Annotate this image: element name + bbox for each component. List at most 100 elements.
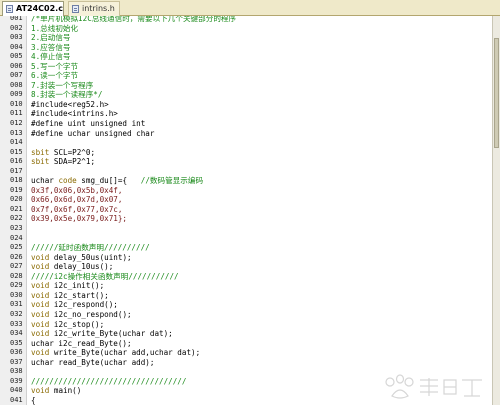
code-line: 028 /////i2c操作相关函数声明/////////// <box>0 272 492 282</box>
code-line: 001 /*单片机模拟I2C总线通信时，需要以下几个关键部分的程序 <box>0 16 492 24</box>
line-number: 012 <box>10 119 23 128</box>
code-line: 008 7.封装一个写程序 <box>0 81 492 91</box>
line-code: 7.封装一个写程序 <box>31 81 93 91</box>
code-line: 029 void i2c_init(); <box>0 281 492 291</box>
line-code: 6.读一个字节 <box>31 71 78 81</box>
code-line: 036 void write_Byte(uchar add,uchar dat); <box>0 348 492 358</box>
line-number: 041 <box>10 395 23 404</box>
line-code: uchar i2c_read_Byte(); <box>31 339 132 349</box>
code-text: uchar <box>31 176 59 186</box>
code-comment: /////i2c操作相关函数声明/////////// <box>31 271 179 281</box>
code-line: 004 3.应答信号 <box>0 43 492 53</box>
code-keyword: code <box>58 176 77 186</box>
scrollbar-thumb[interactable] <box>494 38 499 148</box>
code-line: 021 0x7f,0x6f,0x77,0x7c, <box>0 205 492 215</box>
line-code: void write_Byte(uchar add,uchar dat); <box>31 348 200 358</box>
code-text: smg_du[]={ <box>76 176 141 186</box>
line-code: 8.封装一个读程序*/ <box>31 90 102 100</box>
line-number: 030 <box>10 290 23 299</box>
code-lines: 001 /*单片机模拟I2C总线通信时，需要以下几个关键部分的程序 002 1.总线初… <box>0 16 492 405</box>
code-line: 002 1.总线初始化 <box>0 24 492 34</box>
code-line: 014 <box>0 138 492 148</box>
line-number: 022 <box>10 214 23 223</box>
line-code: 5.写一个字节 <box>31 62 78 72</box>
line-code: #define uchar unsigned char <box>31 129 154 139</box>
line-number: 028 <box>10 271 23 280</box>
line-number: 037 <box>10 357 23 366</box>
line-code: void i2c_start(); <box>31 291 109 301</box>
code-line: 015 sbit SCL=P2^0; <box>0 148 492 158</box>
tab-label: AT24C02.c <box>16 4 63 13</box>
code-comment: 1.总线初始化 <box>31 23 79 33</box>
line-code: #include<intrins.h> <box>31 109 118 119</box>
c-file-icon <box>6 5 13 13</box>
code-line: 018 uchar code smg_du[]={ //数码管显示编码 <box>0 176 492 186</box>
code-line: 033 void i2c_stop(); <box>0 320 492 330</box>
code-comment: ////////////////////////////////// <box>31 376 187 386</box>
line-code: { <box>31 396 36 405</box>
line-code: void i2c_no_respond(); <box>31 310 132 320</box>
line-code: void i2c_init(); <box>31 281 104 291</box>
line-number: 033 <box>10 319 23 328</box>
code-line: 039 ////////////////////////////////// <box>0 377 492 387</box>
line-number: 018 <box>10 176 23 185</box>
code-text: uchar i2c_read_Byte(); <box>31 338 132 348</box>
code-keyword: void <box>31 290 50 300</box>
line-number: 014 <box>10 138 23 147</box>
code-line: 026 void delay_50us(uint); <box>0 253 492 263</box>
line-number: 008 <box>10 80 23 89</box>
code-text: i2c_no_respond(); <box>49 309 132 319</box>
line-number: 031 <box>10 300 23 309</box>
code-text: i2c_start(); <box>49 290 109 300</box>
code-line: 040 void main() <box>0 386 492 396</box>
line-number: 026 <box>10 252 23 261</box>
code-comment: 3.应答信号 <box>31 42 71 52</box>
line-code: 4.停止信号 <box>31 52 71 62</box>
code-text: #define uchar unsigned char <box>31 128 155 138</box>
line-code: void i2c_write_Byte(uchar dat); <box>31 329 173 339</box>
code-editor[interactable]: 001 /*单片机模拟I2C总线通信时，需要以下几个关键部分的程序 002 1.总线初… <box>0 16 492 405</box>
line-number: 036 <box>10 348 23 357</box>
line-number: 021 <box>10 204 23 213</box>
editor-tab-bar: AT24C02.c intrins.h <box>0 0 500 16</box>
tab-label: intrins.h <box>82 4 115 13</box>
line-code: void main() <box>31 386 81 396</box>
code-text: 0x39,0x5e,0x79,0x71}; <box>31 214 128 224</box>
code-keyword: void <box>31 348 50 358</box>
code-line: 025 //////延时函数声明////////// <box>0 243 492 253</box>
header-file-icon <box>72 5 79 13</box>
code-keyword: sbit <box>31 147 50 157</box>
tab-at24c02-c[interactable]: AT24C02.c <box>2 1 64 16</box>
code-text: 0x7f,0x6f,0x77,0x7c, <box>31 204 123 214</box>
line-code: void i2c_respond(); <box>31 300 118 310</box>
code-line: 038 <box>0 367 492 377</box>
line-code: void i2c_stop(); <box>31 320 104 330</box>
line-number: 029 <box>10 281 23 290</box>
line-code: 1.总线初始化 <box>31 24 78 34</box>
code-line: 023 <box>0 224 492 234</box>
line-code: sbit SDA=P2^1; <box>31 157 95 167</box>
code-line: 020 0x66,0x6d,0x7d,0x07, <box>0 195 492 205</box>
line-number: 035 <box>10 338 23 347</box>
code-text: SDA=P2^1; <box>49 157 96 167</box>
line-number: 016 <box>10 157 23 166</box>
code-text: SCL=P2^0; <box>49 147 96 157</box>
code-keyword: void <box>31 300 50 310</box>
line-number: 017 <box>10 166 23 175</box>
line-code: /*单片机模拟I2C总线通信时，需要以下几个关键部分的程序 <box>31 16 236 24</box>
line-number: 006 <box>10 61 23 70</box>
code-text: i2c_write_Byte(uchar dat); <box>49 329 173 339</box>
code-comment: 5.写一个字节 <box>31 61 79 71</box>
code-line: 013 #define uchar unsigned char <box>0 129 492 139</box>
line-number: 020 <box>10 195 23 204</box>
line-code: uchar code smg_du[]={ //数码管显示编码 <box>31 176 203 186</box>
tab-intrins-h[interactable]: intrins.h <box>68 1 120 16</box>
vertical-scrollbar[interactable] <box>492 16 500 405</box>
code-comment: //////延时函数声明////////// <box>31 243 150 253</box>
code-line: 016 sbit SDA=P2^1; <box>0 157 492 167</box>
line-number: 003 <box>10 33 23 42</box>
line-number: 032 <box>10 309 23 318</box>
line-code: 2.启动信号 <box>31 33 71 43</box>
line-number: 027 <box>10 262 23 271</box>
code-comment: 7.封装一个写程序 <box>31 80 94 90</box>
